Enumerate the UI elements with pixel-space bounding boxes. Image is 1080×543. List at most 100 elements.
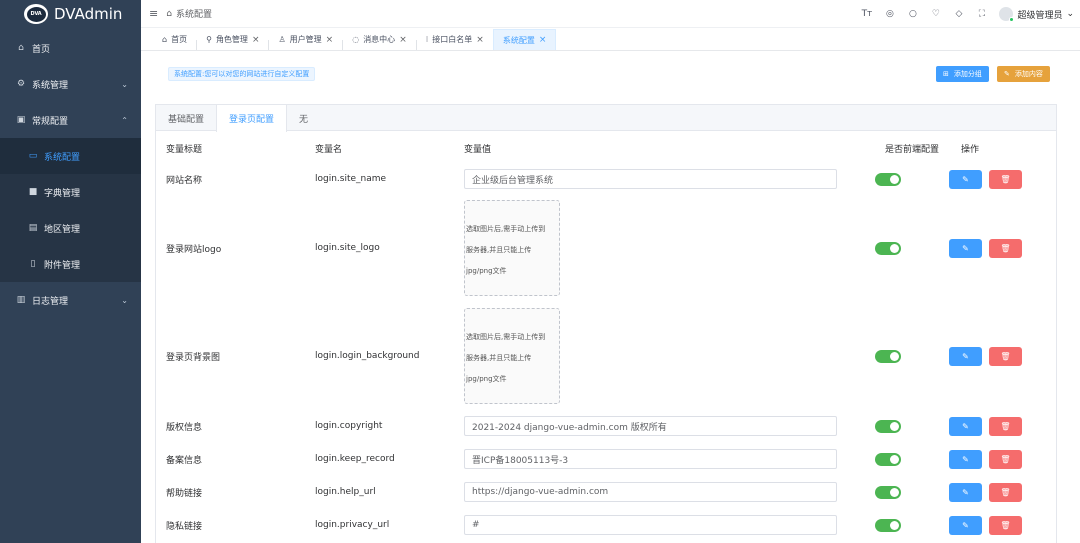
logo-badge-icon: DVA [24, 4, 48, 24]
value-input[interactable]: 2021-2024 django-vue-admin.com 版权所有 [464, 416, 837, 436]
close-icon[interactable]: × [252, 35, 260, 45]
close-icon[interactable]: × [399, 35, 407, 45]
edit-button[interactable]: ✎ [949, 169, 982, 189]
row-title: 网站名称 [166, 175, 203, 186]
sidebar-item-label: 系统管理 [32, 80, 69, 91]
map-icon: ▤ [28, 223, 38, 233]
row-actions: ✎ 🗑 [949, 482, 1022, 502]
target-icon[interactable]: ◎ [884, 9, 895, 20]
tab-role-management[interactable]: ⚲ 角色管理 × [197, 29, 268, 50]
image-upload[interactable]: 选取图片后,需手动上传到 服务器,并且只能上传 jpg/png文件 [464, 308, 560, 404]
delete-button[interactable]: 🗑 [989, 449, 1022, 469]
breadcrumb: ⌂ 系统配置 [166, 7, 212, 21]
value-input[interactable]: 晋ICP备18005113号-3 [464, 449, 837, 469]
value-input[interactable]: https://django-vue-admin.com [464, 482, 837, 502]
sidebar: DVA DVAdmin ⌂ 首页 ⚙ 系统管理 ⌄ ▣ 常规配置 ⌃ ▭ 系统配… [0, 0, 141, 543]
delete-button[interactable]: 🗑 [989, 346, 1022, 366]
frontend-switch[interactable] [875, 485, 901, 499]
add-content-button[interactable]: ✎ 添加内容 [997, 66, 1050, 82]
role-icon: ⚲ [206, 35, 212, 44]
trash-icon: 🗑 [1000, 351, 1011, 361]
value-input[interactable]: 企业级后台管理系统 [464, 169, 837, 189]
image-upload[interactable]: 选取图片后,需手动上传到 服务器,并且只能上传 jpg/png文件 [464, 200, 560, 296]
bell-icon[interactable]: ◇ [953, 9, 964, 20]
sidebar-item-general-config[interactable]: ▣ 常规配置 ⌃ [0, 102, 141, 138]
trash-icon: 🗑 [1000, 520, 1011, 530]
edit-icon: ✎ [962, 454, 969, 464]
app-logo[interactable]: DVA DVAdmin [0, 0, 141, 28]
add-group-button[interactable]: ⊞ 添加分组 [936, 66, 989, 82]
sidebar-item-system-config[interactable]: ▭ 系统配置 [0, 138, 141, 174]
frontend-switch[interactable] [875, 419, 901, 433]
close-icon[interactable]: × [326, 35, 334, 45]
toggle-on [875, 241, 901, 255]
edit-button[interactable]: ✎ [949, 346, 982, 366]
frontend-switch[interactable] [875, 241, 901, 255]
config-icon: ▣ [16, 115, 26, 125]
row-actions: ✎ 🗑 [949, 515, 1022, 535]
row-key: login.login_background [315, 351, 420, 361]
row-title: 登录页背景图 [166, 352, 221, 363]
fullscreen-icon[interactable]: ⛶ [976, 9, 987, 20]
tab-login-config[interactable]: 登录页配置 [216, 105, 288, 132]
edit-button[interactable]: ✎ [949, 515, 982, 535]
edit-button[interactable]: ✎ [949, 482, 982, 502]
avatar [999, 7, 1015, 22]
user-menu[interactable]: 超级管理员 ⌄ [999, 7, 1074, 22]
sidebar-item-region[interactable]: ▤ 地区管理 [0, 210, 141, 246]
tab-api-whitelist[interactable]: ⁝ 接口白名单 × [417, 29, 493, 50]
sidebar-item-label: 日志管理 [32, 296, 69, 307]
row-title: 帮助链接 [166, 488, 203, 499]
font-size-icon[interactable]: Tт [861, 9, 873, 20]
frontend-switch[interactable] [875, 452, 901, 466]
delete-button[interactable]: 🗑 [989, 416, 1022, 436]
sidebar-item-logs[interactable]: ▥ 日志管理 ⌄ [0, 282, 141, 318]
user-name: 超级管理员 [1017, 10, 1063, 21]
row-title: 版权信息 [166, 422, 203, 433]
sidebar-item-label: 附件管理 [44, 260, 81, 271]
chevron-up-icon: ⌃ [121, 115, 128, 125]
sidebar-item-attachment[interactable]: ▯ 附件管理 [0, 246, 141, 282]
value-input[interactable]: # [464, 515, 837, 535]
frontend-switch[interactable] [875, 518, 901, 532]
delete-button[interactable]: 🗑 [989, 169, 1022, 189]
message-icon: ◌ [352, 35, 360, 44]
theme-icon[interactable]: ♡ [930, 9, 941, 20]
frontend-switch[interactable] [875, 349, 901, 363]
table-row: 隐私链接 login.privacy_url # ✎ 🗑 [156, 510, 1056, 540]
row-title: 备案信息 [166, 455, 203, 466]
row-key: login.site_name [315, 174, 387, 184]
delete-button[interactable]: 🗑 [989, 515, 1022, 535]
edit-button[interactable]: ✎ [949, 449, 982, 469]
tab-message-center[interactable]: ◌ 消息中心 × [343, 29, 416, 50]
close-icon[interactable]: × [476, 35, 484, 45]
edit-button[interactable]: ✎ [949, 238, 982, 258]
tab-system-config[interactable]: 系统配置 × [492, 29, 557, 50]
trash-icon: 🗑 [1000, 243, 1011, 253]
frontend-switch[interactable] [875, 172, 901, 186]
tab-basic-config[interactable]: 基础配置 [156, 105, 216, 131]
edit-icon: ✎ [962, 487, 969, 497]
row-key: login.keep_record [315, 454, 395, 464]
sidebar-item-dictionary[interactable]: ■ 字典管理 [0, 174, 141, 210]
sidebar-item-home[interactable]: ⌂ 首页 [0, 30, 141, 66]
delete-button[interactable]: 🗑 [989, 238, 1022, 258]
sidebar-item-label: 地区管理 [44, 224, 81, 235]
delete-button[interactable]: 🗑 [989, 482, 1022, 502]
hamburger-icon[interactable]: ≡ [149, 7, 158, 20]
tab-user-management[interactable]: ♙ 用户管理 × [269, 29, 342, 50]
upload-hint-line: 选取图片后,需手动上传到 [466, 332, 546, 341]
search-icon[interactable]: ○ [907, 9, 918, 20]
breadcrumb-item[interactable]: 系统配置 [176, 7, 212, 20]
sidebar-item-label: 字典管理 [44, 188, 81, 199]
edit-button[interactable]: ✎ [949, 416, 982, 436]
toggle-on [875, 419, 901, 433]
tab-home[interactable]: ⌂ 首页 [153, 29, 196, 50]
toggle-on [875, 485, 901, 499]
column-header-frontend: 是否前端配置 [885, 144, 940, 155]
sidebar-item-system-management[interactable]: ⚙ 系统管理 ⌄ [0, 66, 141, 102]
close-icon[interactable]: × [539, 35, 547, 45]
home-icon[interactable]: ⌂ [166, 9, 172, 19]
app-title: DVAdmin [54, 5, 123, 23]
tab-none[interactable]: 无 [287, 105, 320, 131]
